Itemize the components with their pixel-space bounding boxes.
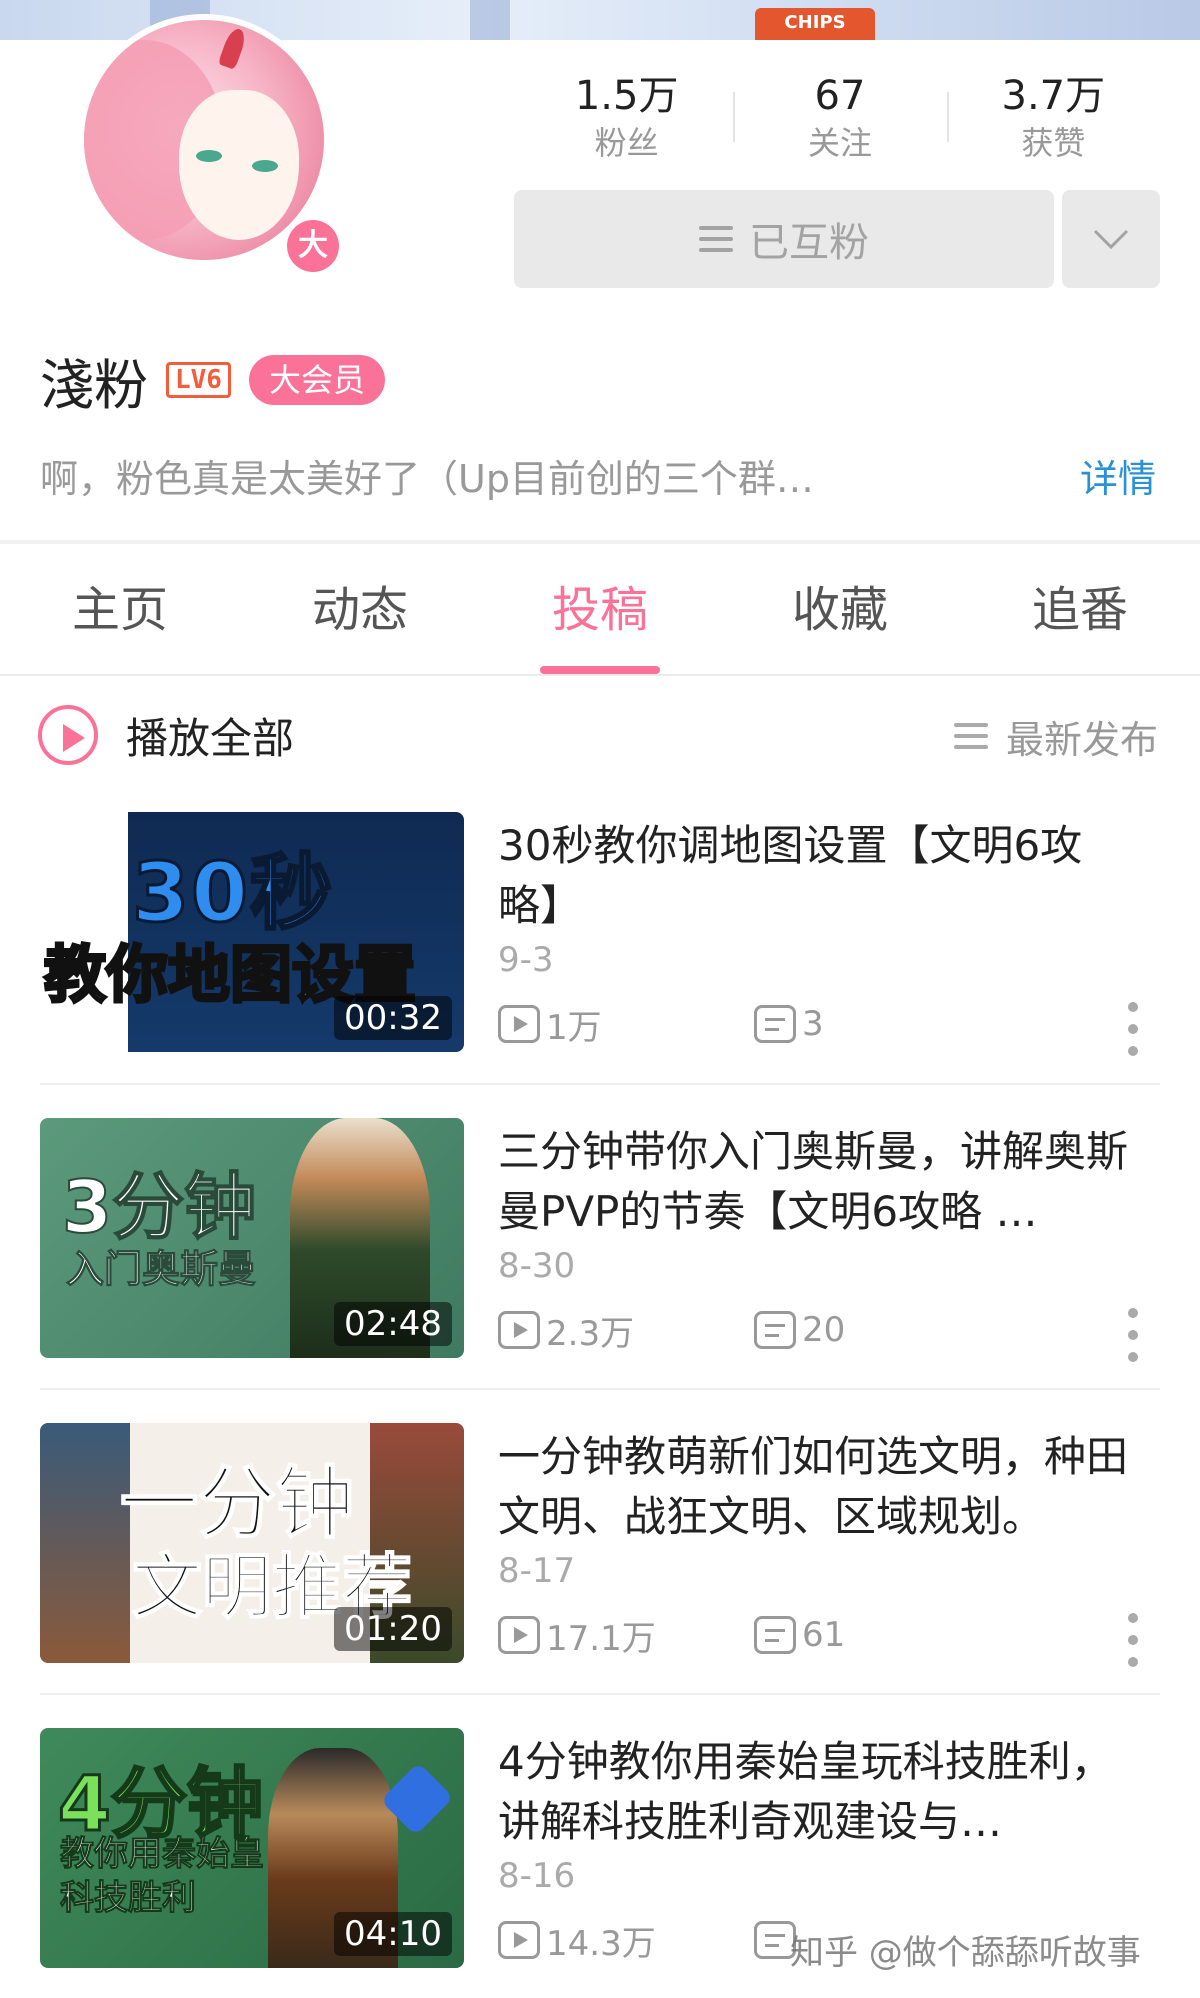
video-views: 17.1万	[498, 1611, 754, 1660]
video-duration: 01:20	[334, 1607, 452, 1651]
row-divider	[40, 1693, 1160, 1695]
video-title[interactable]: 一分钟教萌新们如何选文明，种田文明、战狂文明、区域规划。	[498, 1427, 1138, 1547]
comment-count-icon	[754, 1005, 796, 1043]
view-count: 14.3万	[546, 1923, 656, 1964]
row-divider	[40, 1388, 1160, 1390]
video-comments: 20	[754, 1310, 845, 1350]
sort-icon	[953, 723, 988, 749]
more-vertical-icon[interactable]	[1126, 1308, 1140, 1368]
bio-text: 啊，粉色真是太美好了（Up目前创的三个群…	[40, 457, 814, 501]
video-date: 9-3	[498, 940, 554, 980]
video-views: 2.3万	[498, 1306, 754, 1355]
tab-bangumi[interactable]: 追番	[960, 560, 1200, 674]
play-count-icon	[498, 1311, 540, 1349]
view-count: 17.1万	[546, 1618, 656, 1659]
profile-tabs: 主页 动态 投稿 收藏 追番	[0, 560, 1200, 674]
video-views: 1万	[498, 1000, 754, 1049]
video-views: 14.3万	[498, 1916, 754, 1965]
play-count-icon	[498, 1616, 540, 1654]
video-thumbnail[interactable]: 30秒 教你地图设置 00:32	[40, 812, 464, 1052]
stat-following[interactable]: 67 关注	[733, 70, 946, 170]
stat-likes[interactable]: 3.7万 获赞	[946, 70, 1160, 170]
comment-count-icon	[754, 1616, 796, 1654]
video-meta: 14.3万	[498, 1916, 802, 1965]
thumbnail-subtitle: 入门奥斯曼	[65, 1247, 257, 1292]
video-date: 8-17	[498, 1551, 576, 1591]
video-duration: 04:10	[334, 1912, 452, 1956]
video-duration: 02:48	[334, 1302, 452, 1346]
level-badge: LV6	[166, 362, 231, 398]
view-count: 1万	[546, 1007, 602, 1048]
chevron-down-icon	[1093, 229, 1129, 250]
vip-badge[interactable]: 大会员	[248, 355, 385, 405]
stat-value: 67	[814, 73, 866, 119]
profile-stats: 1.5万 粉丝 67 关注 3.7万 获赞	[520, 70, 1160, 170]
stat-label: 关注	[807, 124, 872, 162]
comment-count: 61	[802, 1615, 846, 1655]
avatar-image	[84, 20, 324, 260]
mutual-follow-label: 已互粉	[749, 220, 869, 266]
video-comments: 3	[754, 1004, 824, 1044]
tabs-divider	[0, 674, 1200, 676]
play-count-icon	[498, 1921, 540, 1959]
thumbnail-subtitle: 教你用秦始皇科技胜利	[60, 1834, 265, 1919]
play-count-icon	[498, 1005, 540, 1043]
profile-page: CHIPS 大 1.5万 粉丝 67 关注 3.7万 获赞 已互粉 淺粉 LV6…	[0, 0, 1200, 1998]
comment-count-icon	[754, 1311, 796, 1349]
stat-label: 粉丝	[594, 124, 659, 162]
play-all-label: 播放全部	[126, 713, 295, 763]
username: 淺粉	[40, 353, 148, 417]
tab-uploads[interactable]: 投稿	[480, 560, 720, 674]
watermark: 知乎 @做个舔舔听故事	[790, 1933, 1141, 1973]
view-count: 2.3万	[546, 1313, 635, 1354]
video-date: 8-30	[498, 1246, 576, 1286]
more-vertical-icon[interactable]	[1126, 1002, 1140, 1062]
video-thumbnail[interactable]: 4分钟 教你用秦始皇科技胜利 04:10	[40, 1728, 464, 1968]
tab-home[interactable]: 主页	[0, 560, 240, 674]
video-item[interactable]: 一分钟 文明推荐 01:20 一分钟教萌新们如何选文明，种田文明、战狂文明、区域…	[40, 1423, 1160, 1667]
mutual-follow-button[interactable]: 已互粉	[514, 190, 1054, 288]
play-circle-icon	[38, 705, 98, 765]
bio-detail-link[interactable]: 详情	[1080, 448, 1156, 503]
video-comments: 61	[754, 1615, 845, 1655]
video-title[interactable]: 4分钟教你用秦始皇玩科技胜利，讲解科技胜利奇观建设与…	[498, 1732, 1138, 1852]
video-thumbnail[interactable]: 3分钟 入门奥斯曼 02:48	[40, 1118, 464, 1358]
banner-decoration	[470, 0, 510, 40]
more-vertical-icon[interactable]	[1126, 1613, 1140, 1673]
big-member-badge-text: 大	[287, 220, 339, 272]
name-row: 淺粉 LV6 大会员	[40, 340, 385, 420]
menu-icon	[699, 226, 733, 252]
video-title[interactable]: 30秒教你调地图设置【文明6攻略】	[498, 816, 1138, 936]
big-member-badge: 大	[282, 215, 344, 277]
follow-options-button[interactable]	[1062, 190, 1160, 288]
thumbnail-figure	[40, 1423, 130, 1663]
video-item[interactable]: 3分钟 入门奥斯曼 02:48 三分钟带你入门奥斯曼，讲解奥斯曼PVP的节奏【文…	[40, 1118, 1160, 1362]
video-thumbnail[interactable]: 一分钟 文明推荐 01:20	[40, 1423, 464, 1663]
banner-chips-label: CHIPS	[755, 8, 875, 40]
sort-dropdown[interactable]: 最新发布	[953, 708, 1158, 764]
tab-dynamics[interactable]: 动态	[240, 560, 480, 674]
stat-value: 3.7万	[1001, 73, 1106, 119]
section-divider	[0, 540, 1200, 544]
stat-fans[interactable]: 1.5万 粉丝	[520, 70, 733, 170]
video-meta: 2.3万 20	[498, 1306, 845, 1355]
video-meta: 1万 3	[498, 1000, 824, 1049]
tab-favorites[interactable]: 收藏	[720, 560, 960, 674]
play-all-button[interactable]: 播放全部	[38, 700, 294, 770]
video-item[interactable]: 30秒 教你地图设置 00:32 30秒教你调地图设置【文明6攻略】 9-3 1…	[40, 812, 1160, 1056]
video-title[interactable]: 三分钟带你入门奥斯曼，讲解奥斯曼PVP的节奏【文明6攻略 …	[498, 1122, 1138, 1242]
sort-label: 最新发布	[1005, 717, 1158, 762]
video-date: 8-16	[498, 1856, 576, 1896]
row-divider	[40, 1083, 1160, 1085]
video-meta: 17.1万 61	[498, 1611, 845, 1660]
comment-count: 20	[802, 1310, 846, 1350]
stat-value: 1.5万	[574, 73, 679, 119]
comment-count: 3	[802, 1004, 824, 1044]
video-duration: 00:32	[334, 996, 452, 1040]
stat-label: 获赞	[1021, 124, 1086, 162]
